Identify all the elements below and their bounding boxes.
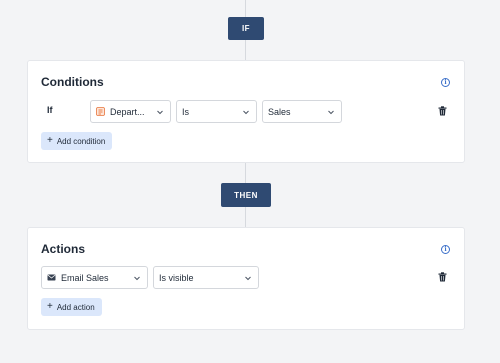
then-badge: THEN (221, 183, 271, 207)
chevron-down-icon (245, 276, 251, 281)
add-action-label: Add action (56, 302, 95, 312)
action-target-value: Email Sales (61, 272, 109, 283)
trash-icon[interactable] (438, 272, 447, 282)
actions-card: Actions i Email Sales Is visible + Add a… (27, 227, 465, 330)
condition-field-select[interactable]: Depart... (90, 100, 171, 123)
actions-title: Actions (41, 242, 86, 256)
conditions-title: Conditions (41, 75, 104, 89)
action-type-value: Is visible (159, 272, 194, 283)
connector-if-conditions (245, 40, 246, 60)
plus-icon: + (47, 301, 53, 312)
form-field-icon (96, 107, 105, 116)
chevron-down-icon (243, 110, 249, 115)
action-row: Email Sales Is visible (41, 266, 451, 289)
chevron-down-icon (157, 110, 163, 115)
connector-top (245, 0, 246, 17)
info-icon[interactable]: i (441, 245, 450, 254)
action-target-select[interactable]: Email Sales (41, 266, 148, 289)
condition-value-select[interactable]: Sales (262, 100, 342, 123)
add-action-button[interactable]: + Add action (41, 298, 102, 316)
add-condition-label: Add condition (56, 136, 106, 146)
condition-row: If Depart... Is Sales (41, 100, 451, 123)
conditions-card: Conditions i If Depart... Is Sales + Add… (27, 60, 465, 163)
condition-operator-select[interactable]: Is (176, 100, 257, 123)
action-type-select[interactable]: Is visible (153, 266, 259, 289)
envelope-icon (47, 273, 56, 282)
trash-icon[interactable] (438, 106, 447, 116)
condition-field-value: Depart... (110, 106, 145, 117)
plus-icon: + (47, 135, 53, 146)
info-icon[interactable]: i (441, 78, 450, 87)
if-label: If (47, 105, 53, 115)
connector-then-actions (245, 207, 246, 227)
connector-conditions-then (245, 163, 246, 183)
condition-value-value: Sales (268, 106, 291, 117)
if-badge: IF (228, 17, 264, 40)
chevron-down-icon (134, 276, 140, 281)
add-condition-button[interactable]: + Add condition (41, 132, 113, 150)
chevron-down-icon (328, 110, 334, 115)
condition-operator-value: Is (182, 106, 190, 117)
